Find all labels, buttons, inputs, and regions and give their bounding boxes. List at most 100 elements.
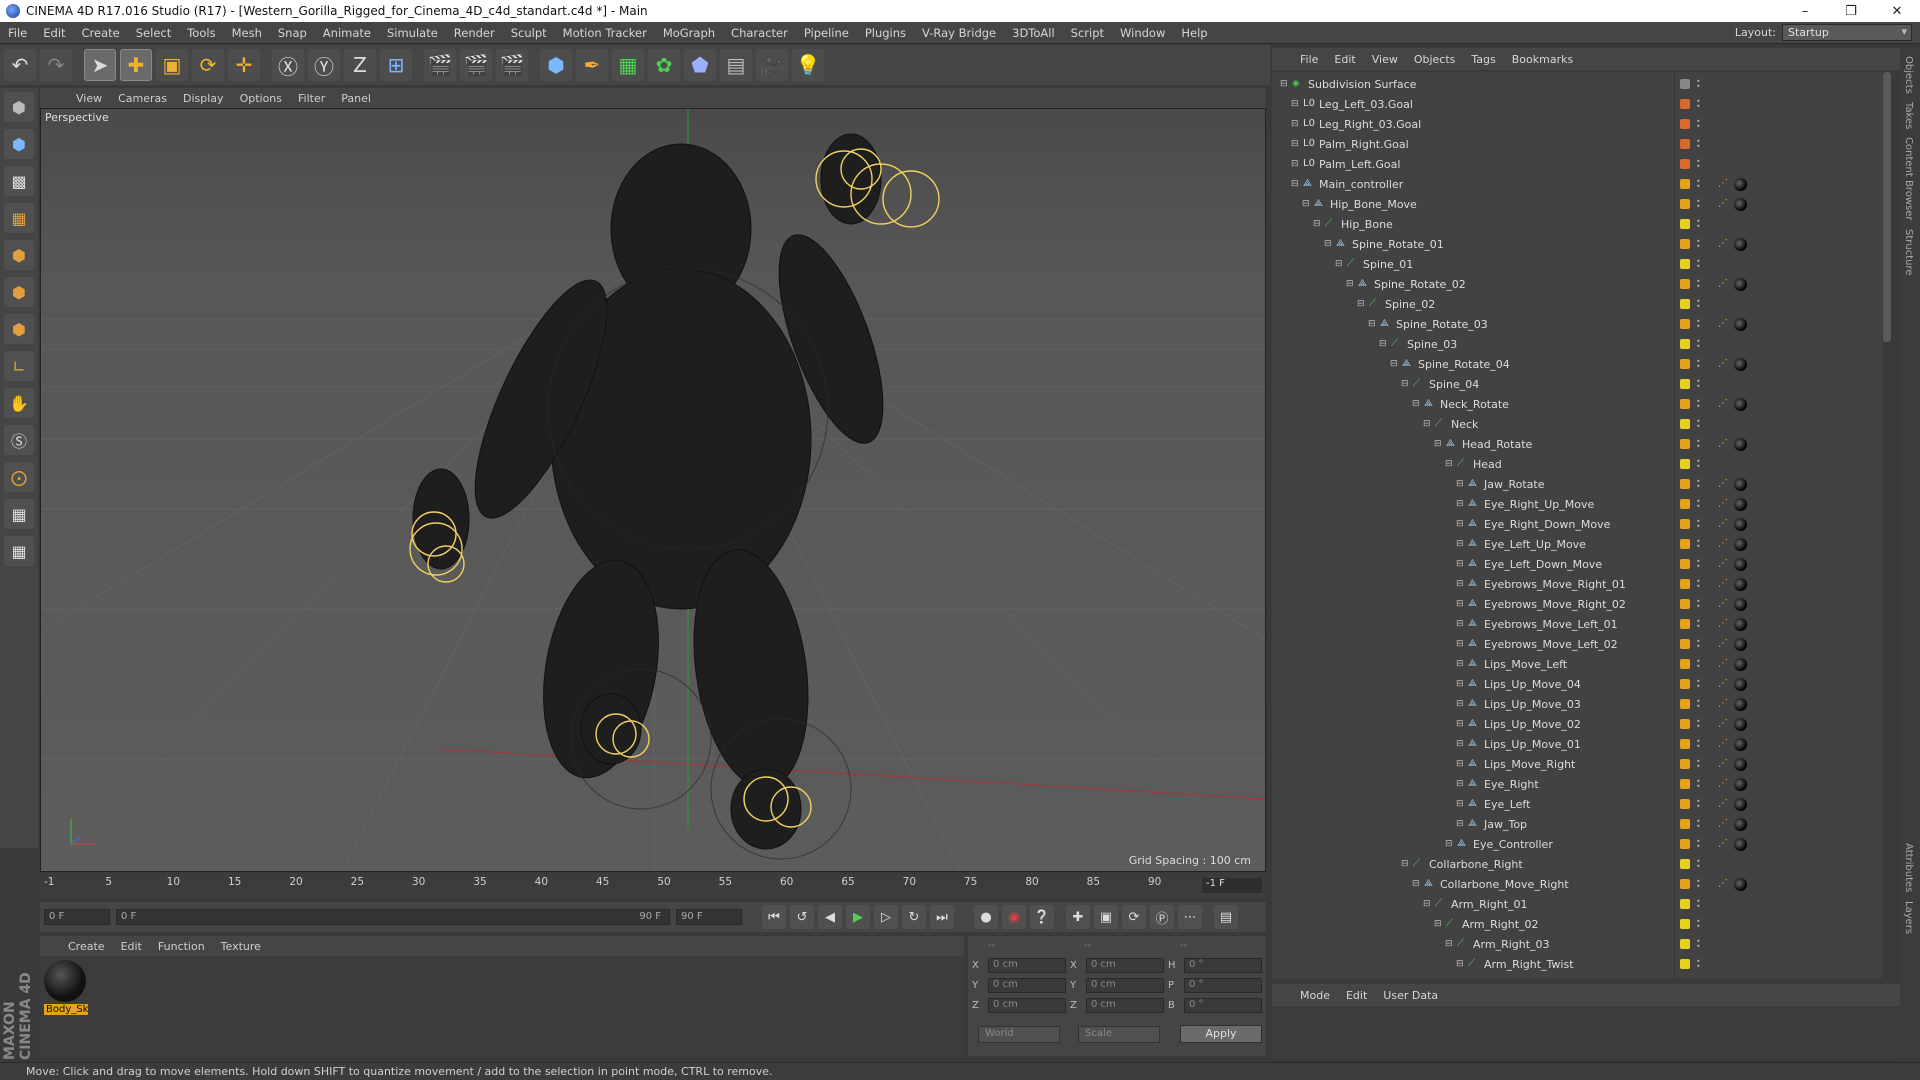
layer-color-chip[interactable] <box>1680 139 1690 149</box>
object-name[interactable]: Eye_Right <box>1484 778 1539 791</box>
object-name[interactable]: Eye_Right_Up_Move <box>1484 498 1594 511</box>
attribute-menu-mode[interactable]: Mode <box>1292 989 1338 1002</box>
menu-tools[interactable]: Tools <box>179 26 223 40</box>
material-swatch[interactable]: Body_Sk <box>44 960 88 1015</box>
expand-toggle-icon[interactable]: ⊟ <box>1346 279 1354 289</box>
visibility-dots-icon[interactable]: • • <box>1696 518 1701 531</box>
object-menu-bookmarks[interactable]: Bookmarks <box>1504 53 1581 66</box>
material-tag-icon[interactable] <box>1734 737 1747 751</box>
next-frame-icon[interactable]: ▷ <box>874 905 898 929</box>
visibility-dots-icon[interactable]: • • <box>1696 178 1701 191</box>
layer-color-chip[interactable] <box>1680 299 1690 309</box>
menu-plugins[interactable]: Plugins <box>857 26 914 40</box>
object-row[interactable]: ⊟ ⟁ Eye_Controller • • ⋰ <box>1272 834 1892 854</box>
polygons-mode-icon[interactable]: ⬢ <box>4 314 34 344</box>
ik-tag-icon[interactable]: ⋰ <box>1718 738 1730 750</box>
object-menu-objects[interactable]: Objects <box>1406 53 1464 66</box>
apply-button[interactable]: Apply <box>1180 1025 1262 1043</box>
visibility-dots-icon[interactable]: • • <box>1696 438 1701 451</box>
render-picture-viewer-icon[interactable]: 🎬 <box>460 49 492 81</box>
layer-color-chip[interactable] <box>1680 539 1690 549</box>
expand-toggle-icon[interactable]: ⊟ <box>1291 159 1299 169</box>
visibility-dots-icon[interactable]: • • <box>1696 478 1701 491</box>
ik-tag-icon[interactable]: ⋰ <box>1718 718 1730 730</box>
visibility-dots-icon[interactable]: • • <box>1696 318 1701 331</box>
layer-color-chip[interactable] <box>1680 719 1690 729</box>
material-menu-edit[interactable]: Edit <box>113 940 150 953</box>
start-frame-field[interactable]: 0 F <box>44 909 110 925</box>
workplane-lock-icon[interactable]: ▦ <box>4 499 34 529</box>
layer-color-chip[interactable] <box>1680 159 1690 169</box>
layer-color-chip[interactable] <box>1680 279 1690 289</box>
object-name[interactable]: Leg_Right_03.Goal <box>1319 118 1421 131</box>
z-axis-lock-icon[interactable]: Z <box>344 49 376 81</box>
expand-toggle-icon[interactable]: ⊟ <box>1412 879 1420 889</box>
parameter-track-icon[interactable]: Ⓟ <box>1150 905 1174 929</box>
object-row[interactable]: ⊟ ⟋ Spine_01 • • <box>1272 254 1892 274</box>
visibility-dots-icon[interactable]: • • <box>1696 258 1701 271</box>
object-name[interactable]: Lips_Up_Move_03 <box>1484 698 1581 711</box>
object-row[interactable]: ⊟ ⟁ Eye_Left_Down_Move • • ⋰ <box>1272 554 1892 574</box>
object-row[interactable]: ⊟ L0 Palm_Right.Goal • • <box>1272 134 1892 154</box>
layer-color-chip[interactable] <box>1680 619 1690 629</box>
point-level-icon[interactable]: ⋯ <box>1178 905 1202 929</box>
object-name[interactable]: Spine_Rotate_04 <box>1418 358 1510 371</box>
coordinate-field[interactable]: 0 cm <box>1086 978 1164 993</box>
side-tab-attributes[interactable]: Attributes <box>1903 843 1914 892</box>
visibility-dots-icon[interactable]: • • <box>1696 458 1701 471</box>
ik-tag-icon[interactable]: ⋰ <box>1718 538 1730 550</box>
redo-icon[interactable]: ↷ <box>40 49 72 81</box>
layer-color-chip[interactable] <box>1680 199 1690 209</box>
visibility-dots-icon[interactable]: • • <box>1696 758 1701 771</box>
layer-color-chip[interactable] <box>1680 639 1690 649</box>
viewport-menu-cameras[interactable]: Cameras <box>110 92 175 105</box>
material-tag-icon[interactable] <box>1734 477 1747 491</box>
material-tag-icon[interactable] <box>1734 837 1747 851</box>
record-keys-icon[interactable]: ● <box>974 905 998 929</box>
visibility-dots-icon[interactable]: • • <box>1696 498 1701 511</box>
material-tag-icon[interactable] <box>1734 497 1747 511</box>
cube-primitive-icon[interactable]: ⬢ <box>540 49 572 81</box>
layout-dropdown[interactable]: Startup <box>1782 24 1912 41</box>
frame-range-slider[interactable]: 0 F 90 F <box>116 909 670 925</box>
expand-toggle-icon[interactable]: ⊟ <box>1379 339 1387 349</box>
object-name[interactable]: Lips_Move_Right <box>1484 758 1575 771</box>
expand-toggle-icon[interactable]: ⊟ <box>1423 419 1431 429</box>
material-tag-icon[interactable] <box>1734 617 1747 631</box>
snap-icon[interactable]: Ⓢ <box>4 425 34 455</box>
object-name[interactable]: Eye_Left_Up_Move <box>1484 538 1586 551</box>
ik-tag-icon[interactable]: ⋰ <box>1718 398 1730 410</box>
visibility-dots-icon[interactable]: • • <box>1696 738 1701 751</box>
expand-toggle-icon[interactable]: ⊟ <box>1456 719 1464 729</box>
coordinate-field[interactable]: 0 cm <box>988 958 1066 973</box>
object-menu-view[interactable]: View <box>1364 53 1406 66</box>
visibility-dots-icon[interactable]: • • <box>1696 918 1701 931</box>
object-row[interactable]: ⊟ ⟁ Collarbone_Move_Right • • ⋰ <box>1272 874 1892 894</box>
menu-pipeline[interactable]: Pipeline <box>796 26 857 40</box>
layer-color-chip[interactable] <box>1680 879 1690 889</box>
viewport-menu-panel[interactable]: Panel <box>333 92 379 105</box>
expand-toggle-icon[interactable]: ⊟ <box>1456 559 1464 569</box>
menu-select[interactable]: Select <box>128 26 179 40</box>
expand-toggle-icon[interactable]: ⊟ <box>1445 939 1453 949</box>
ik-tag-icon[interactable]: ⋰ <box>1718 358 1730 370</box>
expand-toggle-icon[interactable]: ⊟ <box>1456 699 1464 709</box>
expand-toggle-icon[interactable]: ⊟ <box>1412 399 1420 409</box>
ik-tag-icon[interactable]: ⋰ <box>1718 278 1730 290</box>
viewport-menu-display[interactable]: Display <box>175 92 232 105</box>
expand-toggle-icon[interactable]: ⊟ <box>1313 219 1321 229</box>
object-name[interactable]: Spine_Rotate_03 <box>1396 318 1488 331</box>
expand-toggle-icon[interactable]: ⊟ <box>1291 179 1299 189</box>
ik-tag-icon[interactable]: ⋰ <box>1718 878 1730 890</box>
maximize-icon[interactable]: ❐ <box>1828 0 1874 22</box>
perspective-viewport[interactable]: Perspective Grid Spacing: 100 cm <box>40 108 1266 872</box>
scale-track-icon[interactable]: ▣ <box>1094 905 1118 929</box>
layer-color-chip[interactable] <box>1680 79 1690 89</box>
material-tag-icon[interactable] <box>1734 797 1747 811</box>
object-name[interactable]: Lips_Up_Move_01 <box>1484 738 1581 751</box>
visibility-dots-icon[interactable]: • • <box>1696 278 1701 291</box>
object-row[interactable]: ⊟ ⟋ Spine_04 • • <box>1272 374 1892 394</box>
object-row[interactable]: ⊟ ⟁ Eyebrows_Move_Right_01 • • ⋰ <box>1272 574 1892 594</box>
visibility-dots-icon[interactable]: • • <box>1696 198 1701 211</box>
visibility-dots-icon[interactable]: • • <box>1696 558 1701 571</box>
